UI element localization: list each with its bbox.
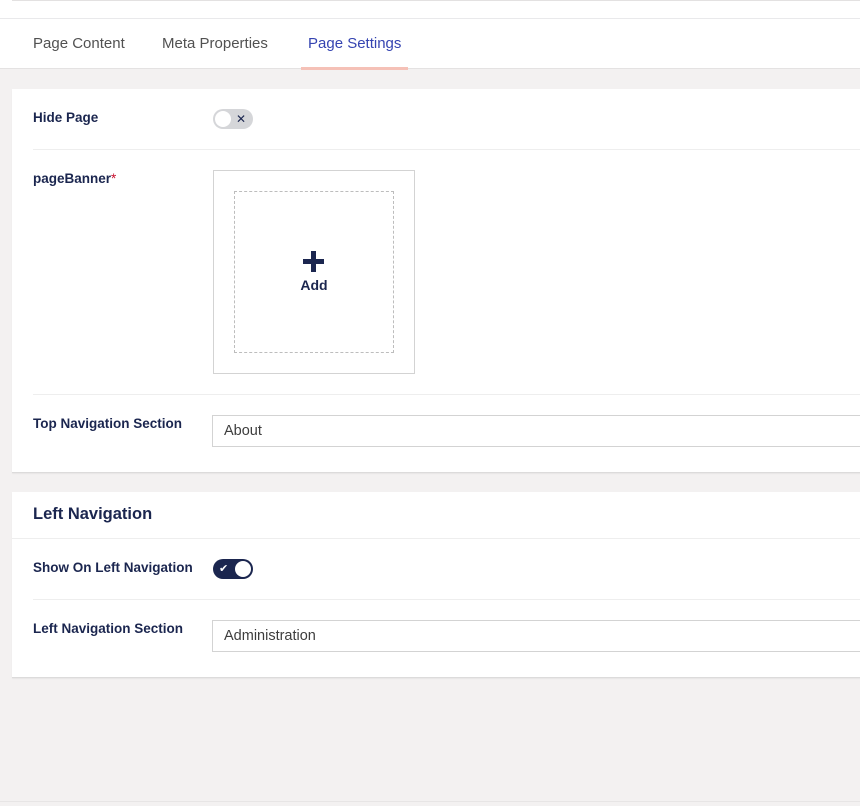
tab-meta-properties[interactable]: Meta Properties <box>162 19 268 69</box>
plus-icon <box>303 251 325 273</box>
row-divider <box>33 394 860 395</box>
toggle-knob <box>235 561 251 577</box>
show-on-left-navigation-toggle[interactable]: ✔ <box>213 559 253 579</box>
page-banner-label: pageBanner* <box>33 171 116 186</box>
add-label: Add <box>300 277 328 293</box>
left-navigation-title: Left Navigation <box>33 505 153 523</box>
tab-page-settings[interactable]: Page Settings <box>300 19 409 70</box>
page-settings-card: Hide Page ✕ pageBanner* Add Top Navigati… <box>12 89 860 473</box>
left-navigation-card: Left Navigation Show On Left Navigation … <box>12 492 860 678</box>
page-banner-label-text: pageBanner <box>33 171 112 186</box>
section-divider <box>12 538 860 539</box>
toggle-knob <box>215 111 231 127</box>
top-navigation-label: Top Navigation Section <box>33 416 183 431</box>
x-icon: ✕ <box>235 112 246 126</box>
bottom-divider <box>0 801 860 802</box>
add-banner-button[interactable]: Add <box>234 191 394 353</box>
hide-page-label: Hide Page <box>33 110 99 125</box>
required-marker: * <box>111 171 117 186</box>
tab-page-content[interactable]: Page Content <box>33 19 125 69</box>
top-divider <box>12 0 860 1</box>
top-navigation-select[interactable]: About <box>212 415 860 447</box>
hide-page-toggle[interactable]: ✕ <box>213 109 253 129</box>
page-banner-upload: Add <box>213 170 415 374</box>
show-on-left-navigation-label: Show On Left Navigation <box>33 560 193 575</box>
tab-bar: Page Content Meta Properties Page Settin… <box>0 18 860 70</box>
check-icon: ✔ <box>219 563 229 575</box>
row-divider <box>33 149 860 150</box>
left-navigation-section-select[interactable]: Administration <box>212 620 860 652</box>
top-strip <box>0 0 860 18</box>
left-navigation-section-label: Left Navigation Section <box>33 621 184 636</box>
row-divider <box>33 599 860 600</box>
